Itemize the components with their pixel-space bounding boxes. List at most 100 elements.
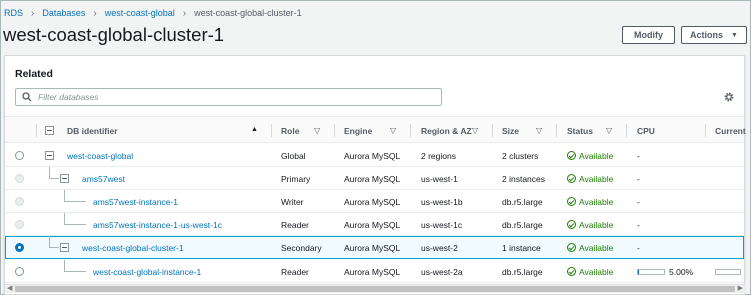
- related-panel: Related Filter databases DB identifier ▲…: [4, 55, 746, 295]
- status-text: Available: [579, 173, 614, 184]
- filter-icon[interactable]: ▽: [606, 126, 612, 135]
- db-identifier-link[interactable]: west-coast-global-cluster-1: [82, 236, 184, 259]
- scroll-right-icon[interactable]: ▶: [738, 284, 743, 292]
- tree-line: [49, 247, 59, 248]
- gear-icon[interactable]: [723, 91, 735, 103]
- column-header-size[interactable]: Size: [502, 117, 519, 144]
- column-divider: [705, 124, 706, 137]
- column-divider: [492, 124, 493, 137]
- column-divider: [410, 124, 411, 137]
- cpu-cell: -: [637, 219, 640, 230]
- table-row[interactable]: west-coast-global Global Aurora MySQL 2 …: [5, 144, 744, 167]
- collapse-all-icon[interactable]: [45, 126, 54, 135]
- status-badge: Available: [567, 236, 613, 259]
- status-badge: Available: [567, 167, 613, 190]
- chevron-right-icon: ›: [182, 7, 187, 19]
- db-identifier-link[interactable]: ams57west-instance-1-us-west-1c: [93, 213, 222, 236]
- db-identifier-link[interactable]: west-coast-global: [67, 144, 133, 167]
- column-header-current[interactable]: Current: [715, 117, 746, 144]
- status-text: Available: [579, 196, 614, 207]
- actions-button-label: Actions: [690, 30, 724, 40]
- search-icon: [22, 92, 32, 102]
- table-header: DB identifier ▲ Role ▽ Engine ▽ Region &…: [5, 116, 746, 144]
- tree-line: [49, 178, 59, 179]
- column-header-role[interactable]: Role: [281, 117, 299, 144]
- cpu-cell: 5.00%: [637, 260, 693, 283]
- engine-cell: Aurora MySQL: [344, 196, 401, 207]
- horizontal-scrollbar[interactable]: ◀ ▶: [5, 284, 745, 293]
- column-header-cpu[interactable]: CPU: [637, 117, 655, 144]
- column-header-region[interactable]: Region & AZ: [421, 117, 472, 144]
- breadcrumb-west-coast-global[interactable]: west-coast-global: [105, 8, 175, 18]
- row-select-radio: [15, 174, 24, 183]
- modify-button[interactable]: Modify: [622, 26, 675, 44]
- table-row-selected[interactable]: west-coast-global-cluster-1 Secondary Au…: [5, 236, 744, 259]
- page-title: west-coast-global-cluster-1: [3, 24, 225, 45]
- sort-asc-icon[interactable]: ▲: [251, 126, 258, 133]
- status-ok-icon: [567, 220, 576, 229]
- status-text: Available: [579, 150, 614, 161]
- collapse-icon[interactable]: [60, 174, 69, 183]
- row-select-radio[interactable]: [15, 151, 24, 160]
- status-text: Available: [579, 266, 614, 277]
- cpu-progress-fill: [638, 269, 640, 274]
- size-cell: db.r5.large: [502, 219, 543, 230]
- cpu-cell: -: [637, 173, 640, 184]
- scroll-left-icon[interactable]: ◀: [7, 284, 12, 292]
- engine-cell: Aurora MySQL: [344, 242, 401, 253]
- table-row[interactable]: west-coast-global-instance-1 Reader Auro…: [5, 260, 744, 283]
- db-identifier-link[interactable]: ams57west-instance-1: [93, 190, 178, 213]
- column-header-engine[interactable]: Engine: [344, 117, 372, 144]
- status-ok-icon: [567, 151, 576, 160]
- filter-icon[interactable]: ▽: [314, 126, 320, 135]
- status-ok-icon: [567, 267, 576, 276]
- breadcrumb-rds[interactable]: RDS: [4, 8, 23, 18]
- status-ok-icon: [567, 174, 576, 183]
- modify-button-label: Modify: [634, 30, 663, 40]
- row-select-radio[interactable]: [15, 267, 24, 276]
- region-cell: us-west-2a: [421, 266, 463, 277]
- cpu-cell: -: [637, 196, 640, 207]
- caret-down-icon: ▼: [731, 31, 738, 39]
- column-divider: [626, 124, 627, 137]
- region-cell: us-west-2: [421, 242, 458, 253]
- collapse-icon[interactable]: [60, 243, 69, 252]
- column-header-db-identifier[interactable]: DB identifier: [67, 117, 118, 144]
- scrollbar-thumb[interactable]: [15, 286, 735, 292]
- table-row[interactable]: ams57west-instance-1 Writer Aurora MySQL…: [5, 190, 744, 213]
- table-row[interactable]: ams57west-instance-1-us-west-1c Reader A…: [5, 213, 744, 236]
- db-identifier-link[interactable]: ams57west: [82, 167, 125, 190]
- tree-line: [64, 271, 86, 272]
- actions-button[interactable]: Actions ▼: [681, 26, 747, 44]
- size-cell: 1 instance: [502, 242, 541, 253]
- filter-icon[interactable]: ▽: [536, 126, 542, 135]
- search-input[interactable]: Filter databases: [15, 88, 442, 106]
- status-badge: Available: [567, 144, 613, 167]
- tree-line: [64, 224, 86, 225]
- row-select-radio: [15, 197, 24, 206]
- region-cell: us-west-1: [421, 173, 458, 184]
- collapse-icon[interactable]: [45, 151, 54, 160]
- cpu-cell: -: [637, 150, 640, 161]
- breadcrumb-databases[interactable]: Databases: [42, 8, 85, 18]
- chevron-right-icon: ›: [93, 7, 97, 19]
- current-progress-bar: [715, 268, 741, 275]
- db-identifier-link[interactable]: west-coast-global-instance-1: [93, 260, 201, 283]
- status-text: Available: [579, 219, 614, 230]
- size-cell: 2 instances: [502, 173, 545, 184]
- column-header-status[interactable]: Status: [567, 117, 593, 144]
- chevron-right-icon: ›: [31, 7, 35, 19]
- engine-cell: Aurora MySQL: [344, 266, 401, 277]
- role-cell: Writer: [281, 196, 304, 207]
- role-cell: Secondary: [281, 242, 322, 253]
- status-badge: Available: [567, 190, 613, 213]
- column-divider: [36, 124, 37, 137]
- row-select-radio[interactable]: [15, 243, 24, 252]
- status-text: Available: [579, 242, 614, 253]
- filter-icon[interactable]: ▽: [390, 126, 396, 135]
- table-row[interactable]: ams57west Primary Aurora MySQL us-west-1…: [5, 167, 744, 190]
- region-cell: us-west-1c: [421, 219, 463, 230]
- related-heading: Related: [15, 68, 53, 80]
- breadcrumb-current: west-coast-global-cluster-1: [194, 8, 302, 18]
- filter-icon[interactable]: ▽: [472, 126, 478, 135]
